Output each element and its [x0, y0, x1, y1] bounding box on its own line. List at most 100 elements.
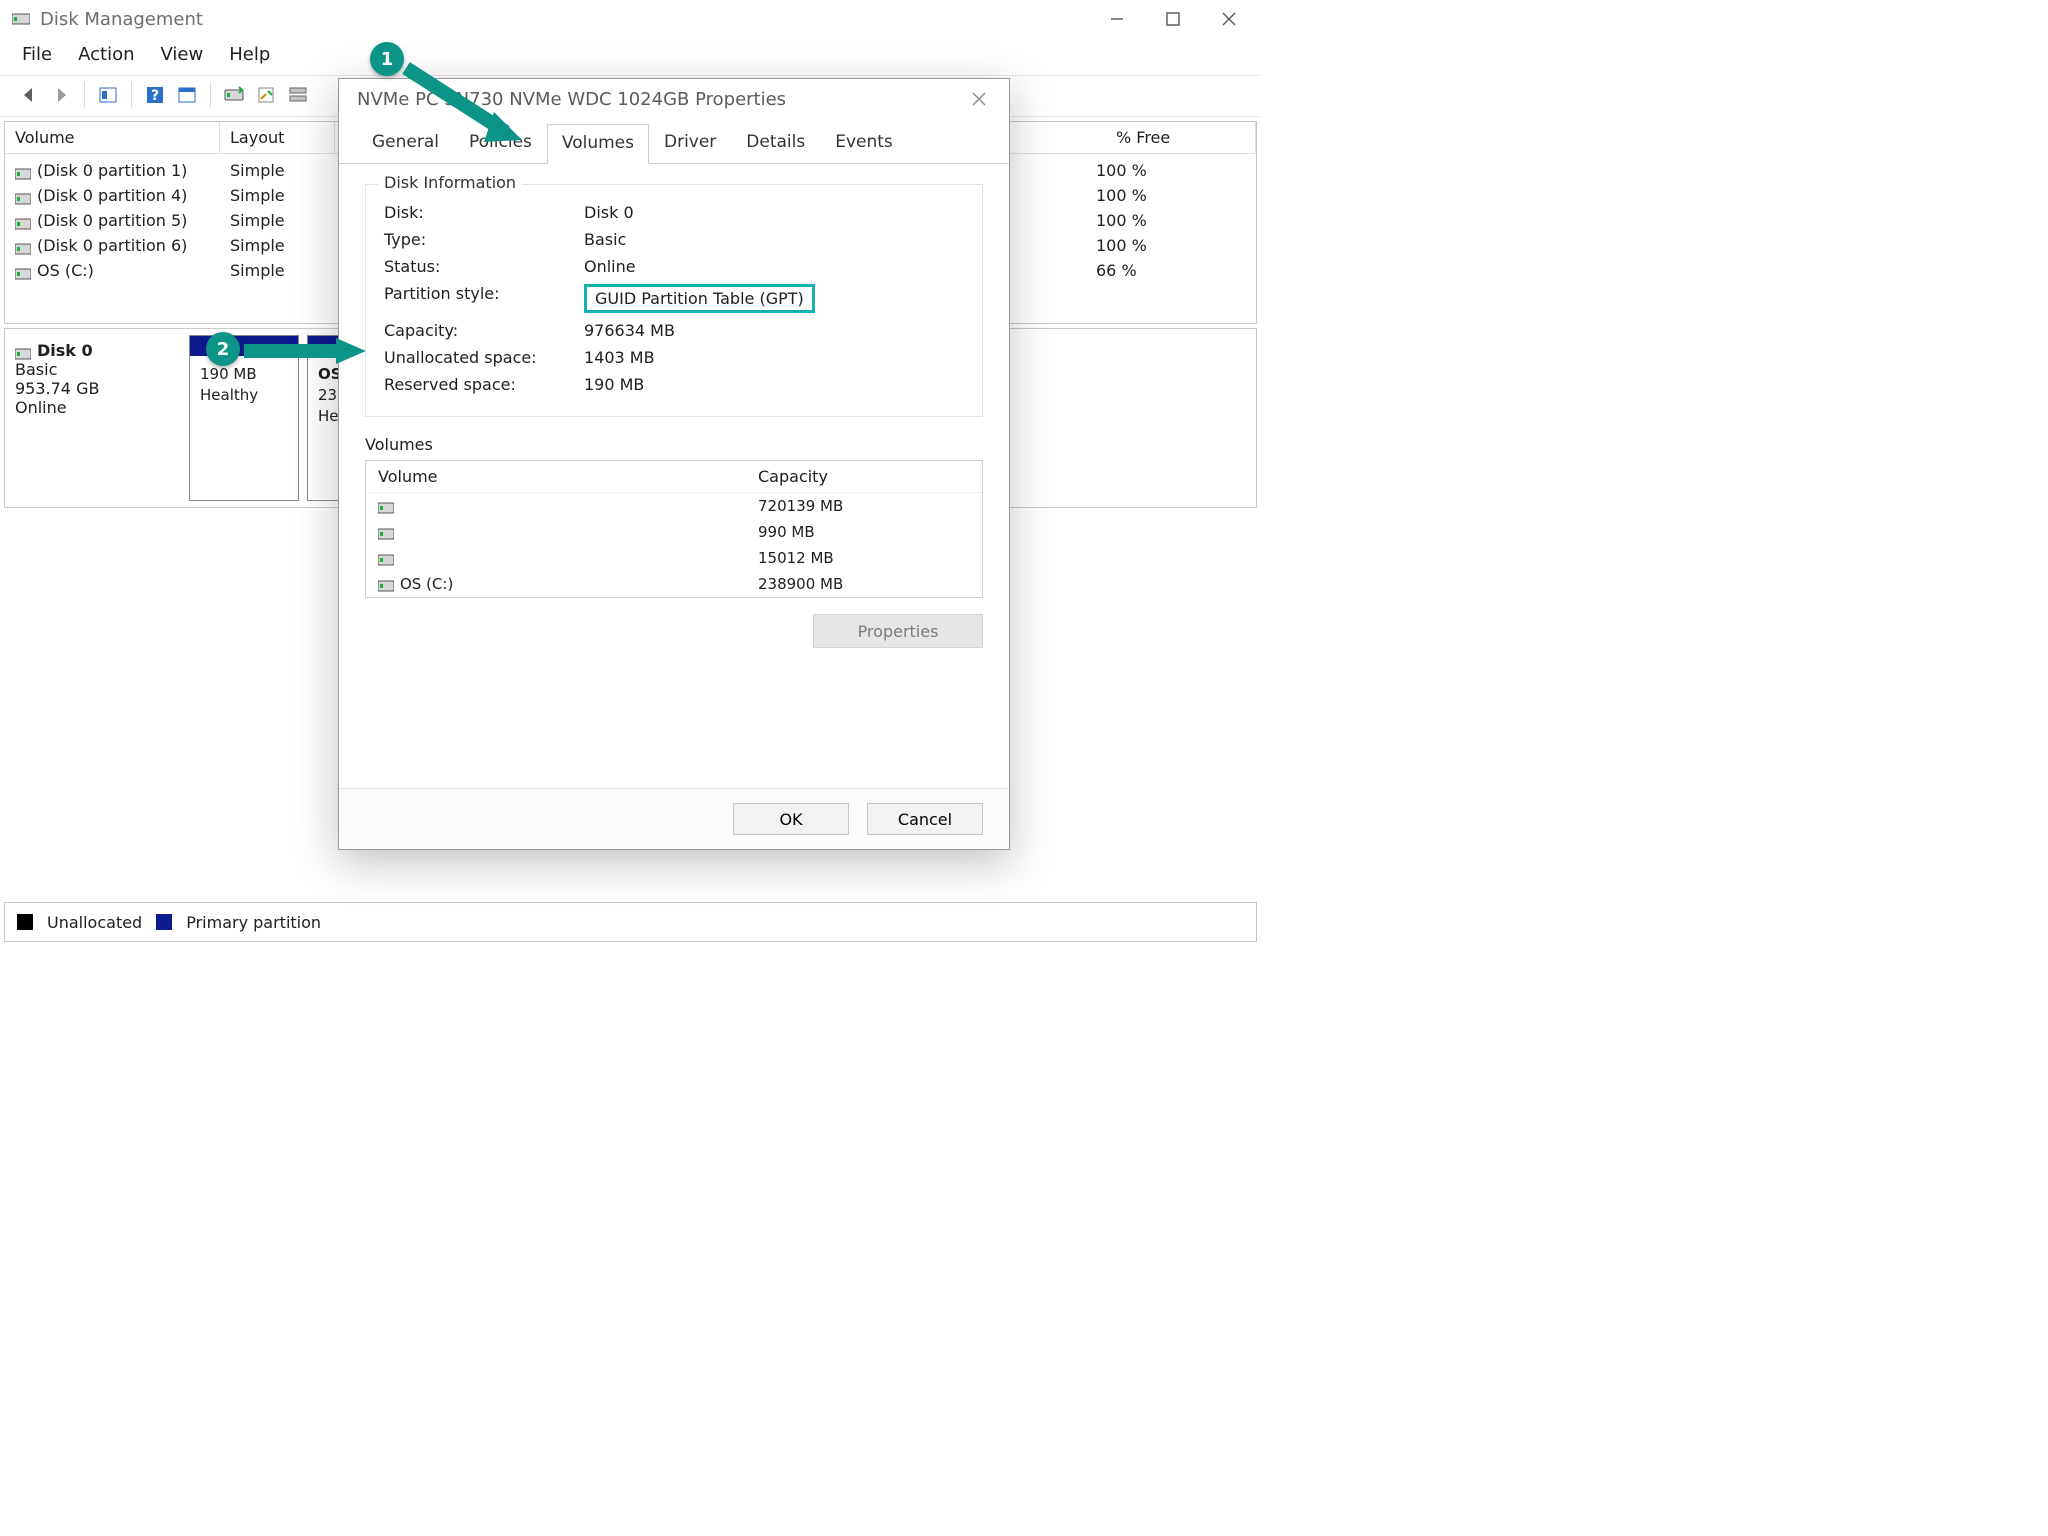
- disk-meta[interactable]: Disk 0 Basic 953.74 GB Online: [11, 335, 181, 501]
- value-capacity: 976634 MB: [584, 321, 675, 340]
- dialog-volume-row[interactable]: 720139 MB: [366, 493, 982, 519]
- disk-management-window: Disk Management File Action View Help ? …: [0, 0, 1261, 946]
- volume-name: (Disk 0 partition 5): [37, 211, 187, 230]
- disk-type: Basic: [15, 360, 175, 379]
- dialog-volumes-section: Volumes VolumeCapacity 720139 MB 990 MB 15…: [365, 435, 983, 648]
- group-title: Disk Information: [378, 173, 522, 192]
- disk-list-icon[interactable]: [283, 80, 313, 110]
- ok-button[interactable]: OK: [733, 803, 849, 835]
- maximize-button[interactable]: [1145, 0, 1201, 38]
- refresh-icon[interactable]: [219, 80, 249, 110]
- label-capacity: Capacity:: [384, 321, 584, 340]
- vol-header-capacity[interactable]: Capacity: [758, 467, 828, 486]
- disk-properties-dialog: NVMe PC SN730 NVMe WDC 1024GB Properties…: [338, 78, 1010, 850]
- dialog-tabs: General Policies Volumes Driver Details …: [339, 123, 1009, 163]
- disk-information-group: Disk Information Disk:Disk 0 Type:Basic …: [365, 184, 983, 417]
- volume-name: OS (C:): [37, 261, 94, 280]
- label-type: Type:: [384, 230, 584, 249]
- drive-icon: [378, 500, 394, 512]
- volume-layout: Simple: [230, 236, 345, 255]
- dialog-volume-name: OS (C:): [400, 575, 453, 593]
- legend-unallocated-label: Unallocated: [47, 913, 142, 932]
- volume-layout: Simple: [230, 211, 345, 230]
- dialog-volume-row[interactable]: 990 MB: [366, 519, 982, 545]
- legend-primary-label: Primary partition: [186, 913, 321, 932]
- dialog-volumes-table: VolumeCapacity 720139 MB 990 MB 15012 MB OS…: [365, 460, 983, 598]
- volume-layout: Simple: [230, 261, 345, 280]
- window-title: Disk Management: [40, 9, 203, 30]
- tab-events[interactable]: Events: [820, 123, 908, 163]
- volume-name: (Disk 0 partition 1): [37, 161, 187, 180]
- volume-pct-free: 100 %: [1096, 211, 1246, 230]
- label-reserved: Reserved space:: [384, 375, 584, 394]
- menu-action[interactable]: Action: [78, 44, 134, 65]
- callout-badge-1: 1: [370, 42, 404, 76]
- back-button[interactable]: [14, 80, 44, 110]
- cancel-button[interactable]: Cancel: [867, 803, 983, 835]
- volume-layout: Simple: [230, 161, 345, 180]
- drive-icon: [15, 240, 31, 252]
- legend-swatch-primary: [156, 914, 172, 930]
- disk-partition-block[interactable]: 190 MBHealthy: [189, 335, 299, 501]
- tab-driver[interactable]: Driver: [649, 123, 731, 163]
- label-partition-style: Partition style:: [384, 284, 584, 313]
- dialog-volume-capacity: 720139 MB: [758, 497, 843, 515]
- drive-icon: [15, 190, 31, 202]
- menu-file[interactable]: File: [22, 44, 52, 65]
- minimize-button[interactable]: [1089, 0, 1145, 38]
- dialog-button-row: OK Cancel: [339, 788, 1009, 849]
- disk-size: 953.74 GB: [15, 379, 175, 398]
- volumes-section-label: Volumes: [365, 435, 983, 454]
- dialog-volume-row[interactable]: OS (C:) 238900 MB: [366, 571, 982, 597]
- value-unallocated: 1403 MB: [584, 348, 655, 367]
- value-partition-style: GUID Partition Table (GPT): [584, 284, 815, 313]
- volume-layout: Simple: [230, 186, 345, 205]
- tab-policies[interactable]: Policies: [454, 123, 547, 163]
- column-header-layout[interactable]: Layout: [220, 122, 335, 153]
- menu-view[interactable]: View: [161, 44, 204, 65]
- menubar: File Action View Help: [0, 38, 1261, 75]
- close-button[interactable]: [1201, 0, 1257, 38]
- volume-pct-free: 100 %: [1096, 236, 1246, 255]
- tab-general[interactable]: General: [357, 123, 454, 163]
- dialog-volume-capacity: 15012 MB: [758, 549, 834, 567]
- legend-bar: Unallocated Primary partition: [4, 902, 1257, 942]
- disk-icon: [15, 345, 31, 357]
- value-reserved: 190 MB: [584, 375, 644, 394]
- help-icon[interactable]: ?: [140, 80, 170, 110]
- volume-pct-free: 66 %: [1096, 261, 1246, 280]
- vol-header-volume[interactable]: Volume: [378, 467, 758, 486]
- drive-icon: [15, 165, 31, 177]
- volume-name: (Disk 0 partition 4): [37, 186, 187, 205]
- label-disk: Disk:: [384, 203, 584, 222]
- volume-pct-free: 100 %: [1096, 186, 1246, 205]
- callout-badge-2: 2: [206, 332, 240, 366]
- column-header-volume[interactable]: Volume: [5, 122, 220, 153]
- dialog-close-button[interactable]: [961, 85, 997, 113]
- column-header-pct-free[interactable]: % Free: [1106, 122, 1256, 153]
- menu-help[interactable]: Help: [229, 44, 270, 65]
- dialog-volume-capacity: 238900 MB: [758, 575, 843, 593]
- value-type: Basic: [584, 230, 626, 249]
- settings-icon[interactable]: [251, 80, 281, 110]
- window-list-icon[interactable]: [172, 80, 202, 110]
- partition-status: Healthy: [200, 385, 288, 406]
- drive-icon: [378, 578, 394, 590]
- forward-button[interactable]: [46, 80, 76, 110]
- tab-details[interactable]: Details: [731, 123, 820, 163]
- svg-text:?: ?: [151, 88, 159, 104]
- partition-size: 190 MB: [200, 364, 288, 385]
- drive-icon: [15, 265, 31, 277]
- label-status: Status:: [384, 257, 584, 276]
- dialog-volume-row[interactable]: 15012 MB: [366, 545, 982, 571]
- drive-icon: [378, 526, 394, 538]
- value-disk: Disk 0: [584, 203, 634, 222]
- volume-name: (Disk 0 partition 6): [37, 236, 187, 255]
- tab-body-volumes: Disk Information Disk:Disk 0 Type:Basic …: [339, 163, 1009, 662]
- disk-status: Online: [15, 398, 175, 417]
- drive-icon: [15, 215, 31, 227]
- volume-pct-free: 100 %: [1096, 161, 1246, 180]
- drive-icon: [378, 552, 394, 564]
- tab-volumes[interactable]: Volumes: [547, 124, 649, 164]
- show-hide-console-tree-icon[interactable]: [93, 80, 123, 110]
